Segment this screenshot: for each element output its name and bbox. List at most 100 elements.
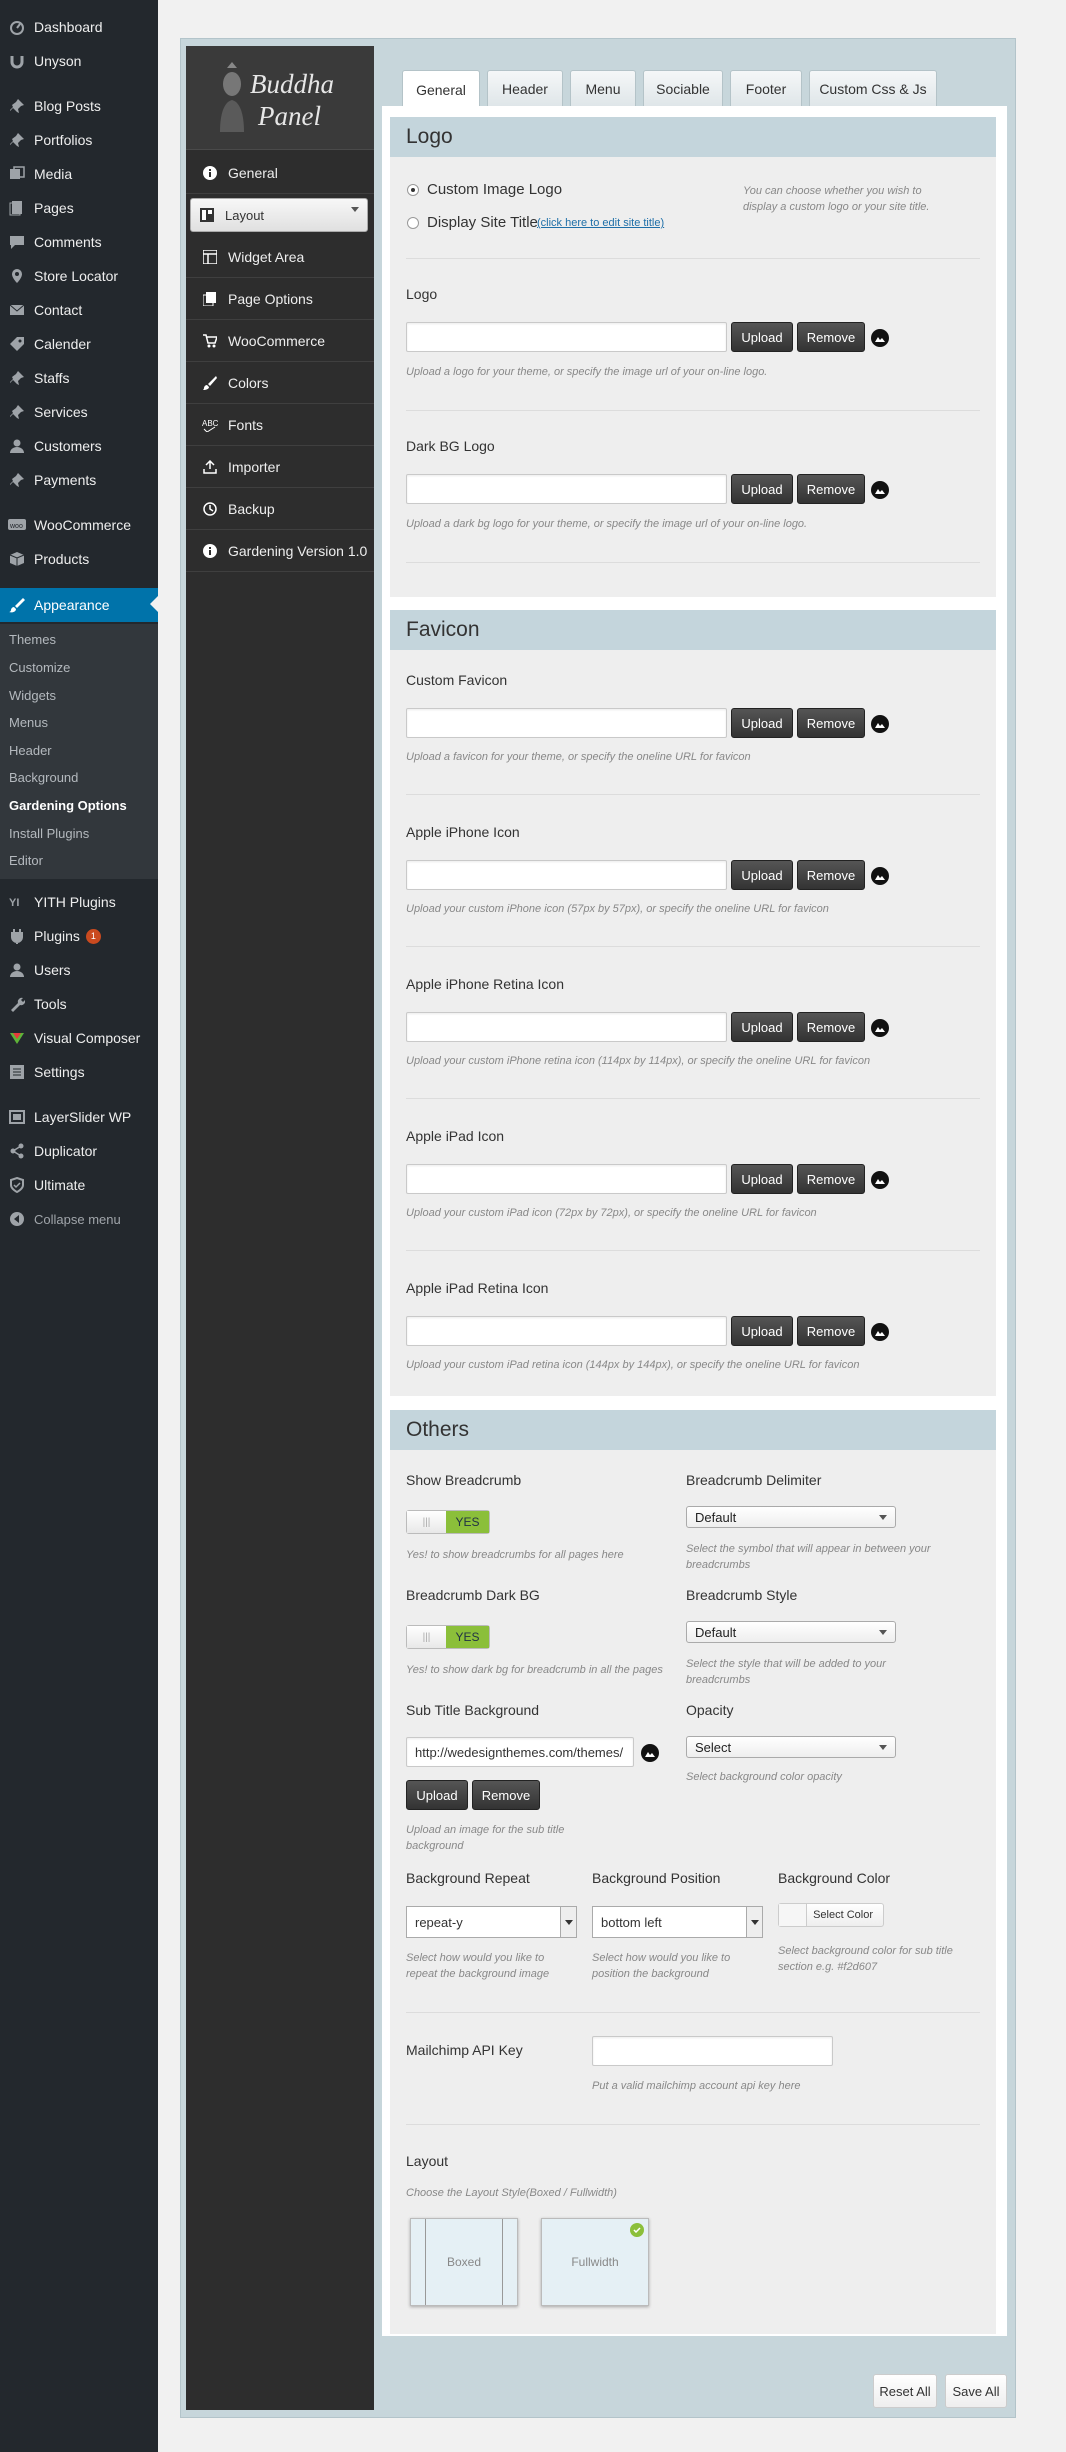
menu-item-comments[interactable]: Comments — [0, 226, 158, 258]
menu-item-store-locator[interactable]: Store Locator — [0, 260, 158, 292]
panel-nav-woocommerce[interactable]: WooCommerce — [186, 320, 374, 362]
image-preview-icon[interactable] — [871, 715, 889, 733]
apple-iphone-retina-icon-input[interactable] — [406, 1012, 727, 1042]
tab-custom-css-js[interactable]: Custom Css & Js — [809, 70, 937, 106]
menu-item-calender[interactable]: Calender — [0, 328, 158, 360]
dark-bg-logo-url-input[interactable] — [406, 474, 727, 504]
panel-nav-layout[interactable]: Layout — [190, 198, 368, 232]
menu-item-staffs[interactable]: Staffs — [0, 362, 158, 394]
panel-nav-version[interactable]: Gardening Version 1.0 — [186, 530, 374, 572]
menu-item-tools[interactable]: Tools — [0, 988, 158, 1020]
select-color-button[interactable]: Select Color — [778, 1903, 884, 1927]
image-preview-icon[interactable] — [871, 1019, 889, 1037]
custom-favicon-remove-button[interactable]: Remove — [797, 708, 865, 738]
submenu-editor[interactable]: Editor — [9, 851, 43, 871]
breadcrumb-style-select[interactable]: Default — [686, 1621, 896, 1643]
menu-item-settings[interactable]: Settings — [0, 1056, 158, 1088]
menu-item-appearance[interactable]: Appearance — [0, 588, 158, 622]
menu-item-layerslider[interactable]: LayerSlider WP — [0, 1101, 158, 1133]
menu-item-contact[interactable]: Contact — [0, 294, 158, 326]
show-breadcrumb-toggle[interactable]: ||| YES — [406, 1510, 490, 1534]
image-preview-icon[interactable] — [871, 1323, 889, 1341]
menu-item-blog-posts[interactable]: Blog Posts — [0, 90, 158, 122]
menu-item-ultimate[interactable]: Ultimate — [0, 1169, 158, 1201]
menu-item-payments[interactable]: Payments — [0, 464, 158, 496]
menu-item-media[interactable]: Media — [0, 158, 158, 190]
submenu-background[interactable]: Background — [9, 768, 78, 788]
sub-title-background-input[interactable] — [406, 1737, 634, 1767]
submenu-widgets[interactable]: Widgets — [9, 686, 56, 706]
menu-item-unyson[interactable]: Unyson — [0, 45, 158, 77]
breadcrumb-dark-bg-toggle[interactable]: ||| YES — [406, 1625, 490, 1649]
apple-ipad-icon-input[interactable] — [406, 1164, 727, 1194]
edit-site-title-link[interactable]: (click here to edit site title) — [537, 217, 664, 229]
custom-favicon-input[interactable] — [406, 708, 727, 738]
menu-item-pages[interactable]: Pages — [0, 192, 158, 224]
apple-iphone-retina-icon-upload-button[interactable]: Upload — [731, 1012, 793, 1042]
apple-iphone-icon-input[interactable] — [406, 860, 727, 890]
panel-nav-page-options[interactable]: Page Options — [186, 278, 374, 320]
logo-upload-button[interactable]: Upload — [731, 322, 793, 352]
sub-title-upload-button[interactable]: Upload — [406, 1780, 468, 1810]
menu-item-users[interactable]: Users — [0, 954, 158, 986]
image-preview-icon[interactable] — [871, 1171, 889, 1189]
tab-menu[interactable]: Menu — [570, 70, 636, 106]
menu-item-visual-composer[interactable]: Visual Composer — [0, 1022, 158, 1054]
dark-bg-logo-upload-button[interactable]: Upload — [731, 474, 793, 504]
logo-url-input[interactable] — [406, 322, 727, 352]
menu-item-products[interactable]: Products — [0, 543, 158, 575]
image-preview-icon[interactable] — [641, 1744, 659, 1762]
menu-item-customers[interactable]: Customers — [0, 430, 158, 462]
dark-bg-logo-remove-button[interactable]: Remove — [797, 474, 865, 504]
panel-nav-general[interactable]: General — [186, 152, 374, 194]
menu-item-woocommerce[interactable]: woo WooCommerce — [0, 509, 158, 541]
apple-ipad-retina-icon-input[interactable] — [406, 1316, 727, 1346]
opacity-select[interactable]: Select — [686, 1736, 896, 1758]
menu-item-duplicator[interactable]: Duplicator — [0, 1135, 158, 1167]
mailchimp-api-key-input[interactable] — [592, 2036, 833, 2066]
panel-nav-widget-area[interactable]: Widget Area — [186, 236, 374, 278]
panel-nav-fonts[interactable]: ABC Fonts — [186, 404, 374, 446]
custom-favicon-upload-button[interactable]: Upload — [731, 708, 793, 738]
sub-title-remove-button[interactable]: Remove — [472, 1780, 540, 1810]
collapse-menu-button[interactable]: Collapse menu — [0, 1203, 158, 1235]
submenu-header[interactable]: Header — [9, 741, 52, 761]
reset-all-button[interactable]: Reset All — [873, 2374, 937, 2408]
apple-iphone-icon-upload-button[interactable]: Upload — [731, 860, 793, 890]
apple-ipad-icon-upload-button[interactable]: Upload — [731, 1164, 793, 1194]
layout-option-boxed[interactable]: Boxed — [410, 2218, 518, 2306]
panel-nav-importer[interactable]: Importer — [186, 446, 374, 488]
panel-nav-colors[interactable]: Colors — [186, 362, 374, 404]
submenu-install-plugins[interactable]: Install Plugins — [9, 824, 89, 844]
menu-item-portfolios[interactable]: Portfolios — [0, 124, 158, 156]
menu-item-services[interactable]: Services — [0, 396, 158, 428]
layout-option-fullwidth[interactable]: Fullwidth — [541, 2218, 649, 2306]
tab-general[interactable]: General — [402, 70, 480, 108]
apple-ipad-retina-icon-remove-button[interactable]: Remove — [797, 1316, 865, 1346]
image-preview-icon[interactable] — [871, 329, 889, 347]
submenu-menus[interactable]: Menus — [9, 713, 48, 733]
background-position-select[interactable]: bottom left — [592, 1906, 763, 1938]
submenu-gardening-options[interactable]: Gardening Options — [9, 796, 127, 816]
radio-display-site-title[interactable] — [407, 217, 419, 229]
logo-remove-button[interactable]: Remove — [797, 322, 865, 352]
apple-ipad-icon-remove-button[interactable]: Remove — [797, 1164, 865, 1194]
panel-nav-backup[interactable]: Backup — [186, 488, 374, 530]
radio-custom-image-logo[interactable] — [407, 184, 419, 196]
menu-item-yith-plugins[interactable]: YI YITH Plugins — [0, 886, 158, 918]
apple-iphone-icon-remove-button[interactable]: Remove — [797, 860, 865, 890]
breadcrumb-delimiter-select[interactable]: Default — [686, 1506, 896, 1528]
menu-item-plugins[interactable]: Plugins 1 — [0, 920, 158, 952]
apple-iphone-retina-icon-remove-button[interactable]: Remove — [797, 1012, 865, 1042]
tab-header[interactable]: Header — [487, 70, 563, 106]
background-repeat-select[interactable]: repeat-y — [406, 1906, 577, 1938]
submenu-themes[interactable]: Themes — [9, 630, 56, 650]
apple-ipad-retina-icon-upload-button[interactable]: Upload — [731, 1316, 793, 1346]
tab-sociable[interactable]: Sociable — [643, 70, 723, 106]
image-preview-icon[interactable] — [871, 867, 889, 885]
image-preview-icon[interactable] — [871, 481, 889, 499]
save-all-button[interactable]: Save All — [945, 2374, 1007, 2408]
menu-item-dashboard[interactable]: Dashboard — [0, 11, 158, 43]
tab-footer[interactable]: Footer — [730, 70, 802, 106]
submenu-customize[interactable]: Customize — [9, 658, 70, 678]
